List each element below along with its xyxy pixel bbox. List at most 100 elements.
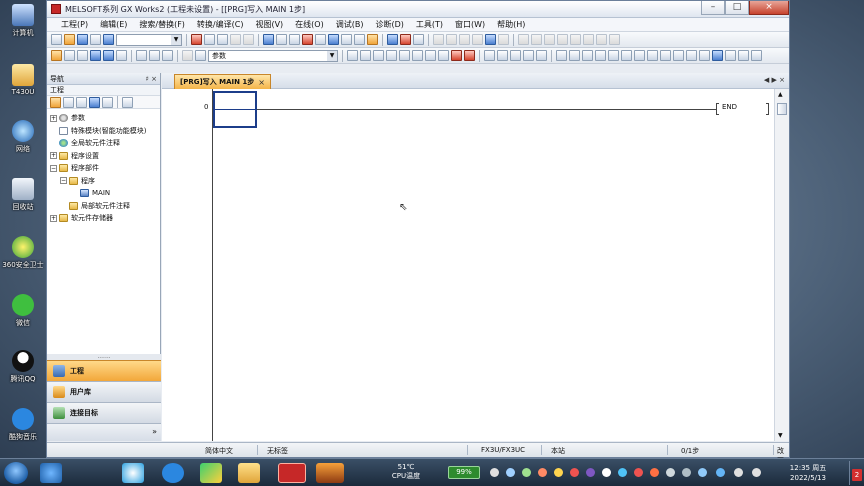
- file-explorer-icon[interactable]: [238, 463, 260, 483]
- desktop-icon-network[interactable]: 网络: [0, 120, 46, 154]
- nav-tab-user-library[interactable]: 用户库: [47, 381, 161, 402]
- desktop-icon-wechat[interactable]: 微信: [0, 294, 46, 328]
- tab-main-program[interactable]: [PRG]写入 MAIN 1步 ×: [174, 74, 271, 89]
- parallel-open-contact-icon[interactable]: [360, 50, 371, 61]
- maximize-button[interactable]: □: [725, 1, 749, 15]
- tray-icon[interactable]: [538, 468, 547, 477]
- ladder-tool-icon[interactable]: [673, 50, 684, 61]
- desktop-icon-kugou[interactable]: 酷狗音乐: [0, 408, 46, 442]
- help-icon[interactable]: [103, 34, 114, 45]
- disabled-tool-icon[interactable]: [518, 34, 529, 45]
- nav-open-icon[interactable]: [89, 96, 100, 108]
- desktop-icon-360[interactable]: 360安全卫士: [0, 236, 46, 270]
- disabled-tool-icon[interactable]: [583, 34, 594, 45]
- disabled-tool-icon[interactable]: [433, 34, 444, 45]
- tree-item-local-comment[interactable]: 局部软元件注释: [47, 200, 160, 213]
- open-icon[interactable]: [64, 34, 75, 45]
- menu-view[interactable]: 视图(V): [249, 19, 289, 30]
- desktop-icon-t430u[interactable]: T430U: [0, 64, 46, 96]
- vertical-line-icon[interactable]: [438, 50, 449, 61]
- search-icon[interactable]: [40, 463, 62, 483]
- ladder-tool-icon[interactable]: [582, 50, 593, 61]
- window-icon[interactable]: [116, 50, 127, 61]
- ladder-cursor[interactable]: [213, 91, 257, 128]
- scroll-down-icon[interactable]: ▼: [778, 432, 783, 439]
- tree-item-parameter[interactable]: + 参数: [47, 112, 160, 125]
- delete-line-icon[interactable]: [451, 50, 462, 61]
- menu-debug[interactable]: 调试(B): [330, 19, 370, 30]
- ladder-tool-icon[interactable]: [699, 50, 710, 61]
- expand-icon[interactable]: +: [50, 214, 57, 222]
- cut-icon[interactable]: [191, 34, 202, 45]
- tree-item-intelligent-module[interactable]: 特殊模块(智能功能模块): [47, 125, 160, 138]
- start-button[interactable]: [4, 462, 28, 484]
- nav-sort-icon[interactable]: [122, 96, 133, 108]
- navigation-pin-close[interactable]: ♯ ×: [146, 75, 157, 83]
- disabled-tool-icon[interactable]: [459, 34, 470, 45]
- device-search-icon[interactable]: [195, 50, 206, 61]
- menu-project[interactable]: 工程(P): [55, 19, 94, 30]
- tray-icon[interactable]: [490, 468, 499, 477]
- parallel-rising-pulse-icon[interactable]: [510, 50, 521, 61]
- ladder-canvas[interactable]: 0 END ⇖: [162, 89, 774, 441]
- ladder-tool-icon[interactable]: [660, 50, 671, 61]
- network-tray-icon[interactable]: [734, 468, 743, 477]
- parameter-combo[interactable]: 参数 ▼: [208, 49, 338, 62]
- battery-indicator[interactable]: 99%: [448, 466, 480, 479]
- parallel-falling-pulse-icon[interactable]: [523, 50, 534, 61]
- comment-icon[interactable]: [367, 34, 378, 45]
- kugou-taskbar-icon[interactable]: [162, 463, 184, 483]
- bluetooth-icon[interactable]: [716, 468, 725, 477]
- zoom-in-icon[interactable]: [162, 50, 173, 61]
- rising-pulse-icon[interactable]: [484, 50, 495, 61]
- vertical-scrollbar[interactable]: ▲ ▼: [774, 89, 789, 441]
- disabled-tool-icon[interactable]: [472, 34, 483, 45]
- tray-icon[interactable]: [522, 468, 531, 477]
- redo-icon[interactable]: [243, 34, 254, 45]
- show-desktop-button[interactable]: [849, 461, 850, 485]
- cpu-temperature-widget[interactable]: 51℃ CPU温度: [386, 463, 426, 481]
- nav-properties-icon[interactable]: [63, 96, 74, 108]
- gx-works2-taskbar-icon[interactable]: [278, 463, 306, 483]
- tray-icon[interactable]: [554, 468, 563, 477]
- ladder-tool-icon[interactable]: [621, 50, 632, 61]
- ladder-tool-icon[interactable]: [725, 50, 736, 61]
- expand-icon[interactable]: +: [50, 152, 57, 160]
- ladder-tool-icon[interactable]: [634, 50, 645, 61]
- volume-icon[interactable]: [752, 468, 761, 477]
- read-plc-icon[interactable]: [289, 34, 300, 45]
- scroll-up-icon[interactable]: ▲: [778, 91, 783, 98]
- tray-icon[interactable]: [682, 468, 691, 477]
- paste-icon[interactable]: [217, 34, 228, 45]
- nav-new-data-icon[interactable]: [50, 96, 61, 108]
- ladder-tool-icon[interactable]: [751, 50, 762, 61]
- cross-ref-icon[interactable]: [400, 34, 411, 45]
- disabled-tool-icon[interactable]: [557, 34, 568, 45]
- falling-pulse-icon[interactable]: [497, 50, 508, 61]
- list-icon[interactable]: [77, 50, 88, 61]
- tray-icon[interactable]: [666, 468, 675, 477]
- menu-edit[interactable]: 编辑(E): [94, 19, 133, 30]
- toolbar-combo-empty[interactable]: ▼: [116, 33, 182, 46]
- new-icon[interactable]: [51, 34, 62, 45]
- save-icon[interactable]: [77, 34, 88, 45]
- nav-tab-connection[interactable]: 连接目标: [47, 402, 161, 423]
- tab-close-icon[interactable]: ×: [258, 78, 265, 87]
- tree-item-pou[interactable]: − 程序部件: [47, 162, 160, 175]
- nav-tab-project[interactable]: 工程: [47, 360, 161, 381]
- ladder-tool-icon[interactable]: [712, 50, 723, 61]
- tray-icon[interactable]: [698, 468, 707, 477]
- tree-item-global-comment[interactable]: 全局软元件注释: [47, 137, 160, 150]
- simulation-icon[interactable]: [328, 34, 339, 45]
- nav-refresh-icon[interactable]: [102, 96, 113, 108]
- disabled-tool-icon[interactable]: [570, 34, 581, 45]
- tab-navigation-buttons[interactable]: ◀ ▶ ×: [764, 76, 785, 84]
- ladder-tool-icon[interactable]: [556, 50, 567, 61]
- tree-item-program-setting[interactable]: + 程序设置: [47, 150, 160, 163]
- menu-find-replace[interactable]: 搜索/替换(F): [133, 19, 191, 30]
- ladder-tool-icon[interactable]: [738, 50, 749, 61]
- app-taskbar-icon[interactable]: [316, 463, 344, 483]
- menu-online[interactable]: 在线(O): [289, 19, 330, 30]
- find-icon[interactable]: [387, 34, 398, 45]
- device-icon[interactable]: [341, 34, 352, 45]
